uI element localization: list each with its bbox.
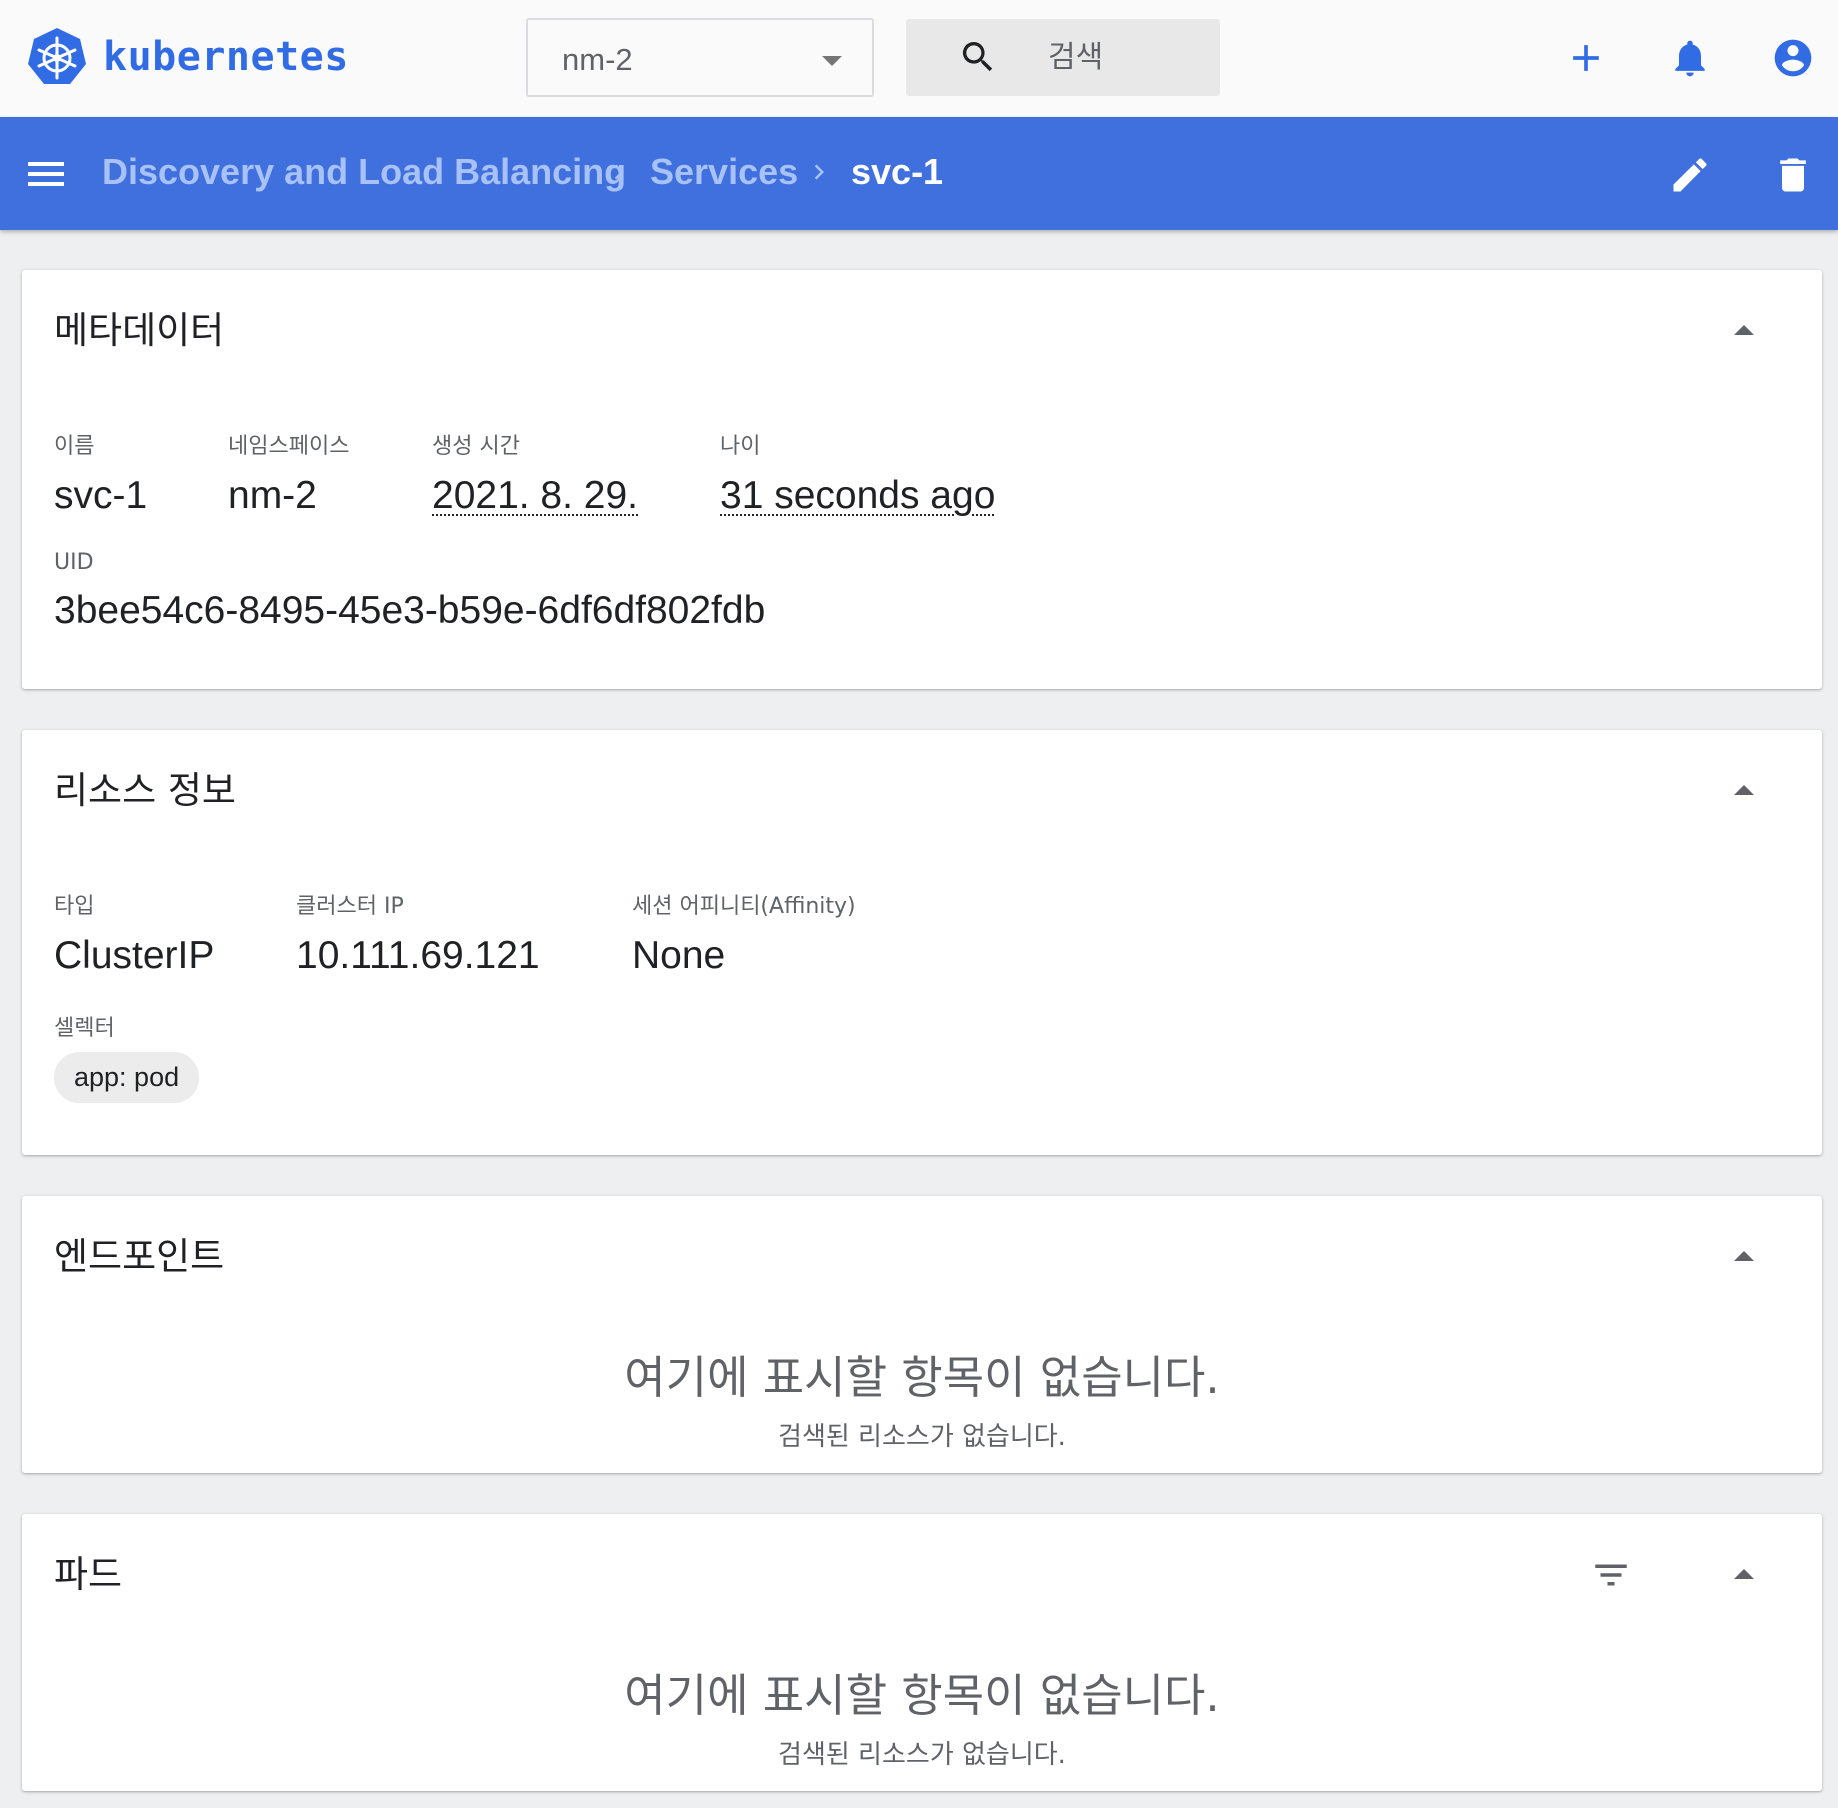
- field-name: 이름 svc-1: [54, 428, 147, 518]
- empty-state-subtitle: 검색된 리소스가 없습니다.: [778, 1422, 1066, 1452]
- field-label: 나이: [720, 434, 761, 459]
- search-icon: [962, 42, 993, 72]
- delete-icon[interactable]: [1771, 153, 1815, 197]
- field-label: 이름: [54, 434, 95, 459]
- collapse-icon[interactable]: [1734, 785, 1754, 795]
- field-age: 나이 31 seconds ago: [720, 428, 995, 518]
- brand-name[interactable]: kubernetes: [103, 34, 349, 80]
- field-label: 네임스페이스: [228, 434, 350, 459]
- field-cluster-ip: 클러스터 IP 10.111.69.121: [296, 888, 540, 978]
- chevron-right-icon: [814, 164, 824, 180]
- pods-card: 파드 여기에 표시할 항목이 없습니다. 검색된 리소스가 없습니다.: [22, 1514, 1822, 1791]
- field-uid: UID 3bee54c6-8495-45e3-b59e-6df6df802fdb: [54, 550, 765, 633]
- empty-state-title: 여기에 표시할 항목이 없습니다.: [624, 1669, 1220, 1722]
- bell-icon[interactable]: [1668, 36, 1712, 80]
- field-value: 31 seconds ago: [720, 474, 996, 517]
- breadcrumb-discovery[interactable]: Discovery and Load Balancing: [102, 151, 626, 193]
- action-bar: Discovery and Load Balancing Services sv…: [0, 117, 1838, 230]
- chevron-down-icon: [822, 56, 842, 66]
- collapse-icon[interactable]: [1734, 1251, 1754, 1261]
- empty-state: 여기에 표시할 항목이 없습니다. 검색된 리소스가 없습니다.: [22, 1659, 1822, 1771]
- chevron-right-icon: [614, 164, 624, 180]
- endpoints-title: 엔드포인트: [54, 1235, 225, 1278]
- breadcrumb-services[interactable]: Services: [650, 151, 798, 193]
- breadcrumb-current: svc-1: [851, 151, 944, 192]
- menu-icon[interactable]: [26, 156, 66, 192]
- endpoints-card: 엔드포인트 여기에 표시할 항목이 없습니다. 검색된 리소스가 없습니다.: [22, 1196, 1822, 1473]
- resource-info-card: 리소스 정보 타입 ClusterIP 클러스터 IP 10.111.69.12…: [22, 730, 1822, 1155]
- empty-state: 여기에 표시할 항목이 없습니다. 검색된 리소스가 없습니다.: [22, 1341, 1822, 1453]
- pods-title: 파드: [54, 1553, 123, 1596]
- field-label: 세션 어피니티(Affinity): [632, 894, 856, 919]
- field-value: 2021. 8. 29.: [432, 474, 639, 517]
- search-input[interactable]: [1048, 33, 1198, 81]
- field-label: UID: [54, 550, 94, 575]
- resource-info-title: 리소스 정보: [54, 769, 236, 812]
- field-selector: 셀렉터 app: pod: [54, 1010, 200, 1103]
- field-namespace: 네임스페이스 nm-2: [228, 428, 349, 518]
- namespace-selected-value: nm-2: [562, 42, 633, 77]
- field-type: 타입 ClusterIP: [54, 888, 214, 978]
- field-label: 생성 시간: [432, 434, 520, 459]
- collapse-icon[interactable]: [1734, 325, 1754, 335]
- kubernetes-logo-icon[interactable]: [26, 26, 88, 88]
- account-icon[interactable]: [1771, 36, 1815, 80]
- top-bar: kubernetes nm-2: [0, 0, 1838, 117]
- field-created: 생성 시간 2021. 8. 29.: [432, 428, 638, 518]
- field-value: ClusterIP: [54, 934, 215, 977]
- field-value: 10.111.69.121: [296, 934, 540, 977]
- field-value: nm-2: [228, 474, 317, 517]
- namespace-selector[interactable]: nm-2: [526, 18, 874, 97]
- collapse-icon[interactable]: [1734, 1569, 1754, 1579]
- edit-icon[interactable]: [1668, 153, 1712, 197]
- field-affinity: 세션 어피니티(Affinity) None: [632, 888, 856, 978]
- field-value: svc-1: [54, 474, 148, 517]
- add-icon[interactable]: [1564, 36, 1608, 80]
- field-value: None: [632, 934, 726, 977]
- field-label: 타입: [54, 894, 95, 919]
- field-label: 클러스터 IP: [296, 894, 404, 919]
- selector-chip: app: pod: [54, 1052, 200, 1103]
- filter-icon[interactable]: [1590, 1554, 1632, 1596]
- field-value: 3bee54c6-8495-45e3-b59e-6df6df802fdb: [54, 589, 766, 632]
- empty-state-title: 여기에 표시할 항목이 없습니다.: [624, 1351, 1220, 1404]
- metadata-card: 메타데이터 이름 svc-1 네임스페이스 nm-2 생성 시간 2021. 8…: [22, 270, 1822, 689]
- metadata-title: 메타데이터: [54, 309, 225, 352]
- empty-state-subtitle: 검색된 리소스가 없습니다.: [778, 1740, 1066, 1770]
- search-box[interactable]: [906, 19, 1220, 96]
- field-label: 셀렉터: [54, 1016, 115, 1041]
